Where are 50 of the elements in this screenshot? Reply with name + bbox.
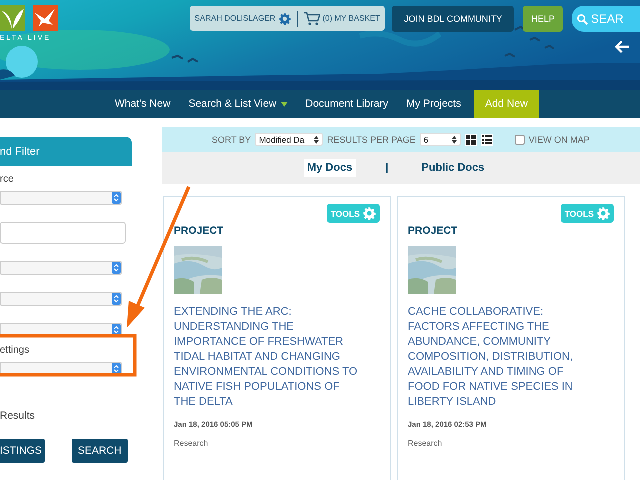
stepper-icon [112,293,121,305]
caret-icon [280,102,288,106]
back-arrow-icon[interactable] [615,40,630,54]
docs-tab[interactable]: Public Docs [418,159,488,177]
bird-icon [33,5,58,31]
user-name[interactable]: SARAH DOLISLAGER [194,14,276,23]
stepper-icon [112,192,121,204]
nav-item[interactable]: Document Library [296,90,398,118]
nav-item[interactable]: What's New [106,90,180,118]
panel-title: nd Filter [0,137,132,166]
stepper-icon [112,324,121,336]
nav-item[interactable]: My Projects [398,90,470,118]
search-icon [577,14,588,24]
field-label: rce [0,174,15,185]
basket-link[interactable]: (0) MY BASKET [322,14,380,23]
card-type: PROJECT [408,225,459,237]
gear-icon[interactable] [597,207,610,220]
per-page-dropdown[interactable]: 6 [420,133,461,146]
card-category: Research [174,439,210,448]
card-category: Research [408,439,444,448]
field-label: ettings [0,345,30,356]
gear-icon[interactable] [363,207,376,220]
grid-view-icon[interactable] [464,134,477,146]
sort-dropdown[interactable]: Modified Da [255,133,324,146]
results-label: Results [0,410,36,422]
cart-icon[interactable] [304,12,320,26]
card-title[interactable]: EXTENDING THE ARC: UNDERSTANDING THE IMPORTANCE OF FRESHWATER TIDAL HABITAT AND CHANGING ENVIRONMENTAL CONDITIONS TO NATIVE FISH POPULATIONS OF THE DELTA [174,305,359,410]
card-title[interactable]: CACHE COLLABORATIVE: FACTORS AFFECTING THE ABUNDANCE, COMMUNITY COMPOSITION, DISTRIBUTION, AVAILABILITY AND TIMING OF FOOD FOR NATIVE SPECIES IN LIBERTY ISLAND [408,305,593,410]
stepper-icon [452,136,457,144]
listings-button[interactable]: ISTINGS [0,439,45,463]
map-label: VIEW ON MAP [528,134,590,144]
card-type: PROJECT [174,225,225,237]
sort-label: SORT BY [212,134,252,144]
gear-icon[interactable] [278,12,291,24]
select-field[interactable] [0,292,122,306]
tab-separator: | [386,162,389,174]
stepper-icon [112,363,121,375]
select-field[interactable] [0,191,122,205]
stepper-icon [314,136,320,144]
leaf-icon [0,5,25,31]
list-view-icon[interactable] [480,134,493,146]
search-button[interactable]: SEARCH [72,439,128,463]
join-button[interactable]: JOIN BDL COMMUNITY [392,6,514,32]
nav-item[interactable]: Search & List View [180,90,297,118]
select-field[interactable] [0,261,122,275]
docs-tab[interactable]: My Docs [304,159,356,177]
input-field[interactable] [0,222,126,244]
per-page-label: RESULTS PER PAGE [327,134,416,144]
stepper-icon [112,262,121,274]
map-checkbox[interactable] [514,134,525,144]
